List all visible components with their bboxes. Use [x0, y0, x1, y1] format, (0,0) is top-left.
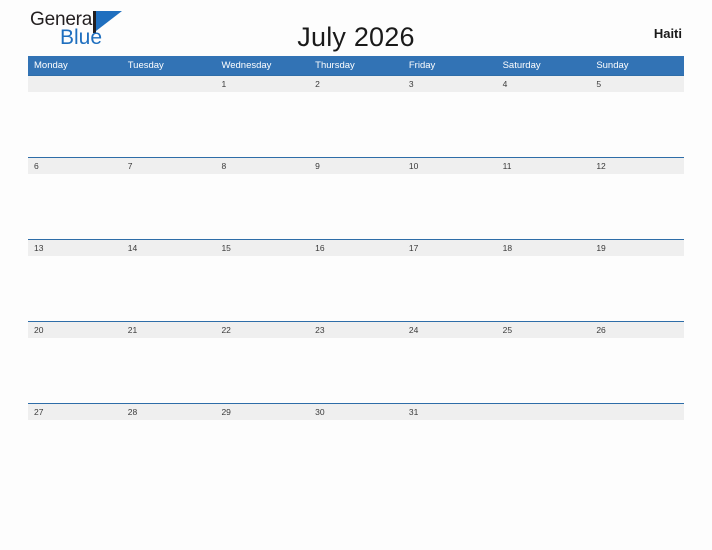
day-cell[interactable]: 23	[309, 322, 403, 338]
day-cell[interactable]	[122, 76, 216, 92]
day-cell[interactable]: 13	[28, 240, 122, 256]
day-cell[interactable]: 7	[122, 158, 216, 174]
week-date-band: 20 21 22 23 24 25 26	[28, 322, 684, 338]
week-date-band: 27 28 29 30 31	[28, 404, 684, 420]
day-cell[interactable]: 21	[122, 322, 216, 338]
day-cell[interactable]: 15	[215, 240, 309, 256]
week-date-band: 13 14 15 16 17 18 19	[28, 240, 684, 256]
week-note-area[interactable]	[28, 174, 684, 239]
weekday-header-friday: Friday	[408, 60, 436, 71]
weekday-header-wednesday: Wednesday	[221, 60, 272, 71]
day-cell[interactable]	[590, 404, 684, 420]
weekday-header-thursday: Thursday	[315, 60, 355, 71]
calendar-page: General Blue July 2026 Haiti Monday Tues…	[0, 0, 712, 550]
day-cell[interactable]: 28	[122, 404, 216, 420]
day-cell[interactable]: 3	[403, 76, 497, 92]
week-note-area[interactable]	[28, 92, 684, 157]
page-title: July 2026	[297, 22, 415, 52]
week-date-band: 1 2 3 4 5	[28, 76, 684, 92]
week-note-area[interactable]	[28, 256, 684, 321]
day-cell[interactable]: 31	[403, 404, 497, 420]
day-cell[interactable]: 2	[309, 76, 403, 92]
day-cell[interactable]: 29	[215, 404, 309, 420]
day-cell[interactable]: 14	[122, 240, 216, 256]
calendar-week-row: 27 28 29 30 31	[28, 403, 684, 420]
weekday-header-tuesday: Tuesday	[127, 60, 164, 71]
day-cell[interactable]: 16	[309, 240, 403, 256]
calendar-week-row: 6 7 8 9 10 11 12	[28, 157, 684, 239]
calendar-grid: Monday Tuesday Wednesday Thursday Friday…	[28, 56, 684, 420]
day-cell[interactable]: 12	[590, 158, 684, 174]
calendar-week-row: 13 14 15 16 17 18 19	[28, 239, 684, 321]
weekday-header-row: Monday Tuesday Wednesday Thursday Friday…	[28, 56, 684, 75]
day-cell[interactable]: 1	[215, 76, 309, 92]
day-cell[interactable]: 25	[497, 322, 591, 338]
week-date-band: 6 7 8 9 10 11 12	[28, 158, 684, 174]
day-cell[interactable]: 24	[403, 322, 497, 338]
weekday-header-saturday: Saturday	[502, 60, 541, 71]
day-cell[interactable]: 6	[28, 158, 122, 174]
calendar-week-row: 20 21 22 23 24 25 26	[28, 321, 684, 403]
day-cell[interactable]: 9	[309, 158, 403, 174]
day-cell[interactable]: 17	[403, 240, 497, 256]
day-cell[interactable]: 26	[590, 322, 684, 338]
page-header: General Blue July 2026 Haiti	[28, 0, 684, 56]
day-cell[interactable]: 19	[590, 240, 684, 256]
day-cell[interactable]: 18	[497, 240, 591, 256]
day-cell[interactable]: 4	[497, 76, 591, 92]
day-cell[interactable]	[497, 404, 591, 420]
day-cell[interactable]: 5	[590, 76, 684, 92]
day-cell[interactable]: 11	[497, 158, 591, 174]
day-cell[interactable]: 22	[215, 322, 309, 338]
region-label: Haiti	[653, 26, 682, 41]
calendar-week-row: 1 2 3 4 5	[28, 75, 684, 157]
day-cell[interactable]: 27	[28, 404, 122, 420]
day-cell[interactable]: 20	[28, 322, 122, 338]
day-cell[interactable]: 8	[215, 158, 309, 174]
week-note-area[interactable]	[28, 338, 684, 403]
day-cell[interactable]: 10	[403, 158, 497, 174]
day-cell[interactable]: 30	[309, 404, 403, 420]
day-cell[interactable]	[28, 76, 122, 92]
weekday-header-monday: Monday	[34, 60, 68, 71]
weekday-header-sunday: Sunday	[596, 60, 629, 71]
